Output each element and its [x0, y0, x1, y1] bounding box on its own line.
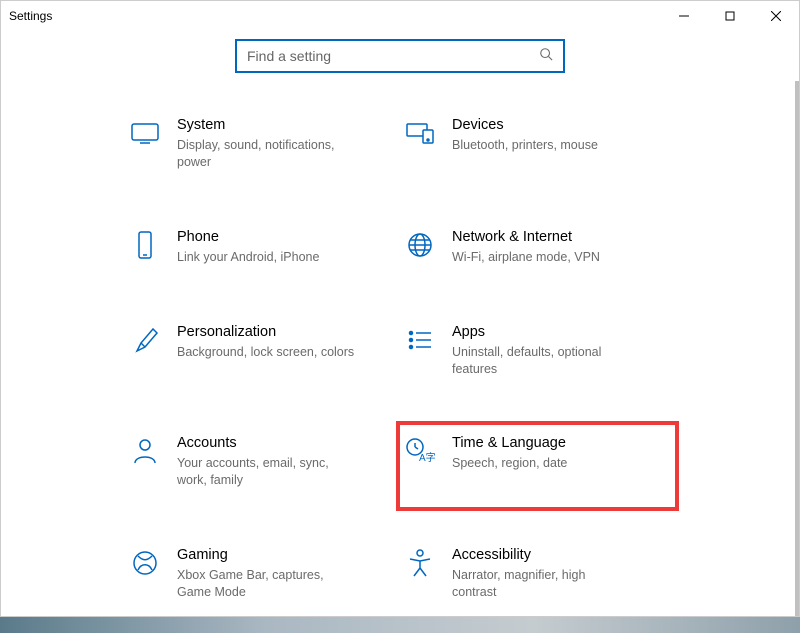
maximize-button[interactable]	[707, 1, 753, 31]
tile-desc: Speech, region, date	[452, 455, 567, 472]
xbox-icon	[129, 547, 161, 579]
tile-network[interactable]: Network & Internet Wi-Fi, airplane mode,…	[400, 225, 675, 270]
system-icon	[129, 117, 161, 149]
person-icon	[129, 435, 161, 467]
tile-title: System	[177, 117, 357, 133]
search-box[interactable]	[235, 39, 565, 73]
titlebar: Settings	[1, 1, 799, 31]
tile-desc: Narrator, magnifier, high contrast	[452, 567, 632, 601]
tile-title: Personalization	[177, 324, 354, 340]
tile-desc: Background, lock screen, colors	[177, 344, 354, 361]
tile-desc: Link your Android, iPhone	[177, 249, 319, 266]
tile-personalization[interactable]: Personalization Background, lock screen,…	[125, 320, 400, 382]
paintbrush-icon	[129, 324, 161, 356]
apps-list-icon	[404, 324, 436, 356]
vertical-scrollbar[interactable]	[795, 81, 799, 616]
devices-icon	[404, 117, 436, 149]
tile-title: Phone	[177, 229, 319, 245]
svg-text:A字: A字	[419, 451, 435, 464]
tile-system[interactable]: System Display, sound, notifications, po…	[125, 113, 400, 175]
tile-desc: Display, sound, notifications, power	[177, 137, 357, 171]
tile-title: Accounts	[177, 435, 357, 451]
minimize-button[interactable]	[661, 1, 707, 31]
tile-desc: Your accounts, email, sync, work, family	[177, 455, 357, 489]
window-title: Settings	[9, 9, 52, 23]
desktop-strip	[0, 617, 800, 633]
globe-icon	[404, 229, 436, 261]
settings-window: Settings	[0, 0, 800, 617]
tile-time-language[interactable]: A字 Time & Language Speech, region, date	[396, 421, 679, 511]
search-row	[1, 31, 799, 83]
phone-icon	[129, 229, 161, 261]
accessibility-icon	[404, 547, 436, 579]
window-controls	[661, 1, 799, 31]
settings-grid: System Display, sound, notifications, po…	[80, 113, 720, 605]
tile-desc: Bluetooth, printers, mouse	[452, 137, 598, 154]
content-area: System Display, sound, notifications, po…	[1, 83, 799, 616]
search-input[interactable]	[247, 48, 539, 64]
tile-devices[interactable]: Devices Bluetooth, printers, mouse	[400, 113, 675, 175]
tile-desc: Uninstall, defaults, optional features	[452, 344, 632, 378]
time-language-icon: A字	[404, 435, 436, 467]
tile-accessibility[interactable]: Accessibility Narrator, magnifier, high …	[400, 543, 675, 605]
tile-title: Apps	[452, 324, 632, 340]
tile-title: Time & Language	[452, 435, 567, 451]
tile-desc: Wi-Fi, airplane mode, VPN	[452, 249, 600, 266]
tile-phone[interactable]: Phone Link your Android, iPhone	[125, 225, 400, 270]
tile-title: Network & Internet	[452, 229, 600, 245]
tile-apps[interactable]: Apps Uninstall, defaults, optional featu…	[400, 320, 675, 382]
tile-desc: Xbox Game Bar, captures, Game Mode	[177, 567, 357, 601]
tile-gaming[interactable]: Gaming Xbox Game Bar, captures, Game Mod…	[125, 543, 400, 605]
tile-accounts[interactable]: Accounts Your accounts, email, sync, wor…	[125, 431, 400, 493]
tile-title: Accessibility	[452, 547, 632, 563]
search-icon	[539, 47, 553, 66]
tile-title: Devices	[452, 117, 598, 133]
close-button[interactable]	[753, 1, 799, 31]
tile-title: Gaming	[177, 547, 357, 563]
